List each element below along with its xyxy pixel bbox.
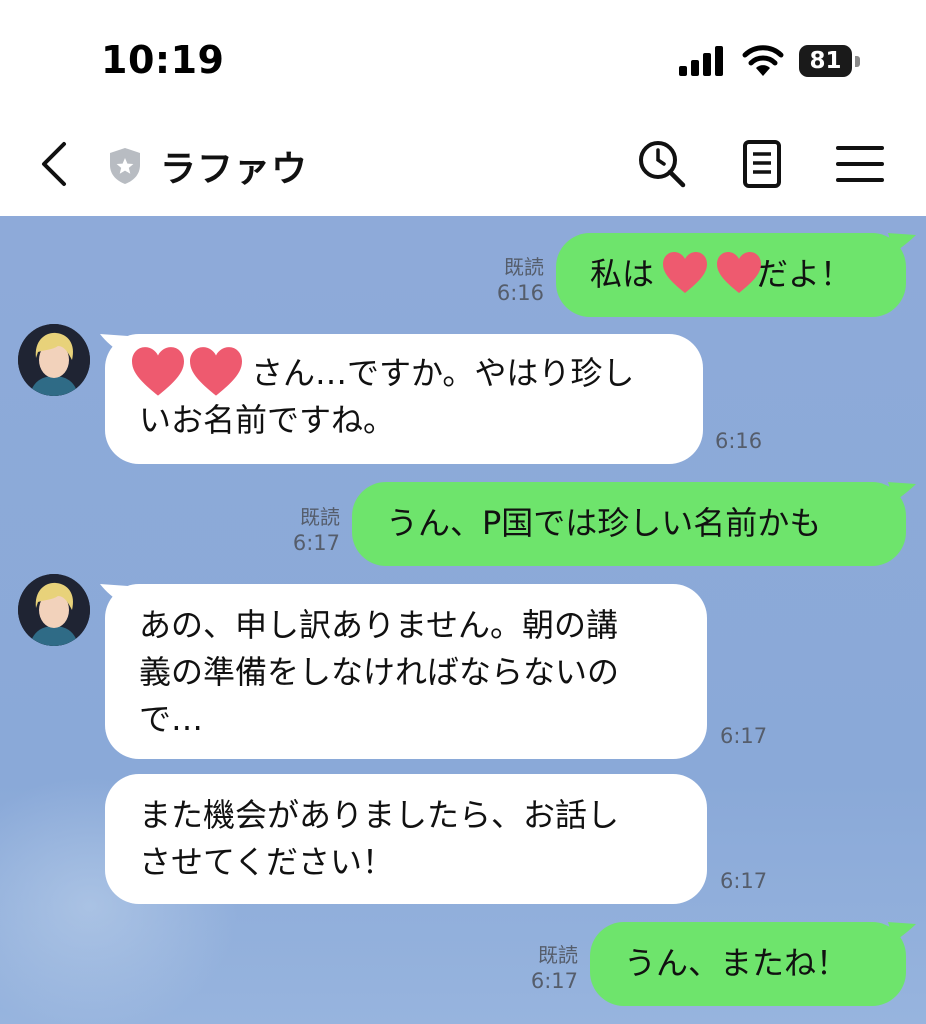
menu-icon[interactable] [834,138,886,190]
bubble-tail [888,482,916,502]
message-time: 6:17 [530,969,578,993]
bubble-tail [888,233,916,253]
message-time: 6:17 [292,531,340,555]
search-icon[interactable] [636,138,688,190]
message-meta: 既読 6:17 [284,504,340,556]
heart-sticker-icon [663,252,707,293]
message-text: 義の準備をしなければならないの [139,653,620,691]
chat-area[interactable]: 既読 6:16 私は だよ！ さん…ですか。やはり珍し いお名前ですね。 6:16… [0,216,926,1024]
status-time: 10:19 [101,38,225,82]
message-text: うん、またね！ [624,944,849,982]
message-time: 6:16 [715,429,763,453]
message-text: で… [139,700,204,738]
incoming-message-bubble[interactable]: あの、申し訳ありません。朝の講 義の準備をしなければならないの で… [105,584,707,759]
message-time: 6:17 [720,724,768,748]
message-text: うん、P国では珍しい名前かも [386,504,822,542]
battery-level: 81 [809,48,842,74]
avatar-image [18,324,90,396]
bubble-tail [888,922,916,942]
avatar-image [18,574,90,646]
message-text: だよ！ [756,255,853,293]
outgoing-message-bubble[interactable]: うん、P国では珍しい名前かも [352,482,906,566]
incoming-message-bubble[interactable]: また機会がありましたら、お話し させてください！ [105,774,707,904]
message-text: 私は [590,255,655,293]
battery-icon: 81 [799,45,861,77]
contact-avatar[interactable] [18,574,90,646]
heart-sticker-icon [717,252,761,293]
heart-sticker-icon [190,347,242,396]
message-time: 6:16 [496,281,544,305]
official-shield-icon [110,148,140,184]
cellular-signal-icon [679,46,723,76]
back-chevron-icon[interactable] [36,140,72,188]
message-text: いお名前ですね。 [139,401,396,439]
status-bar: 10:19 81 [0,0,926,110]
outgoing-message-bubble[interactable]: うん、またね！ [590,922,906,1006]
chat-header: ラファウ [0,110,926,216]
heart-sticker-icon [132,347,184,396]
message-text: また機会がありましたら、お話し [139,796,620,834]
message-meta: 既読 6:17 [522,942,578,994]
message-meta: 既読 6:16 [488,254,544,306]
message-time: 6:17 [720,869,768,893]
message-text: さん…ですか。やはり珍し [251,354,635,392]
message-text: あの、申し訳ありません。朝の講 [139,606,619,644]
notes-icon[interactable] [737,138,789,190]
message-text: させてください！ [139,843,395,881]
read-receipt: 既読 [504,255,544,279]
read-receipt: 既読 [538,943,578,967]
read-receipt: 既読 [300,505,340,529]
wifi-icon [742,45,784,76]
contact-avatar[interactable] [18,324,90,396]
chat-title: ラファウ [160,149,309,190]
